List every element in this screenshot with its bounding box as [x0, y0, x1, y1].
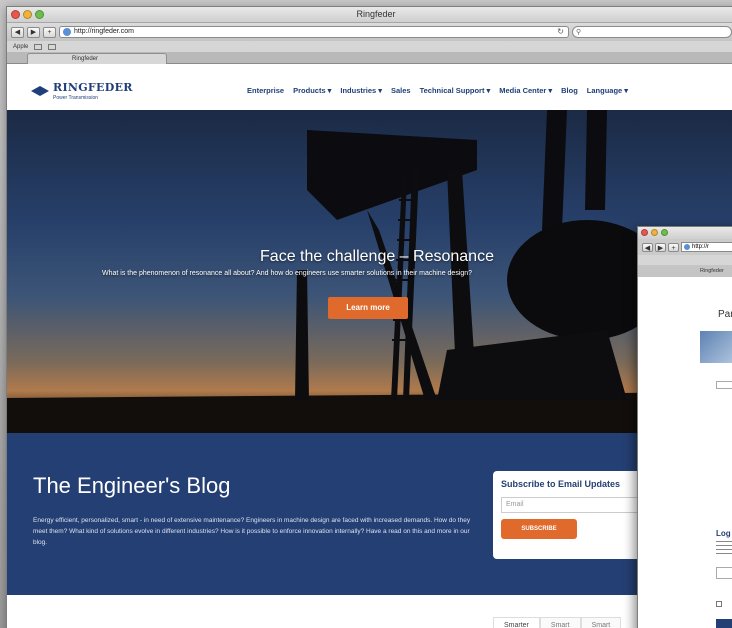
chevron-down-icon[interactable]: ▾	[486, 86, 490, 95]
second-page-image	[700, 331, 732, 363]
second-page-heading: Par	[718, 309, 732, 320]
tab-ringfeder[interactable]: Ringfeder	[27, 53, 167, 64]
second-login-button[interactable]	[716, 619, 732, 628]
subscribe-title: Subscribe to Email Updates	[501, 479, 621, 489]
below-fold: Smarter Smart Smart	[7, 595, 732, 628]
learn-more-button[interactable]: Learn more	[328, 297, 408, 319]
chevron-down-icon[interactable]: ▾	[548, 86, 552, 95]
hero-subtitle: What is the phenomenon of resonance all …	[102, 270, 473, 277]
nav-item-media-center[interactable]: Media Center	[499, 86, 546, 95]
tab-strip: Ringfeder	[7, 52, 732, 64]
hero-title: Face the challenge – Resonance	[260, 248, 494, 265]
nav-item-sales[interactable]: Sales	[391, 86, 411, 95]
ringfeder-logo[interactable]: RINGFEDER Power Transmission	[31, 81, 133, 101]
tab-smarter[interactable]: Smarter	[493, 617, 540, 628]
second-login-input[interactable]	[716, 567, 732, 579]
chevron-down-icon[interactable]: ▾	[378, 86, 382, 95]
second-back-button[interactable]: ◀	[642, 242, 653, 252]
nav-item-products[interactable]: Products	[293, 86, 326, 95]
address-bar[interactable]: http://ringfeder.com ↻	[59, 26, 569, 38]
blog-description: Energy efficient, personalized, smart - …	[33, 517, 471, 546]
nav-item-enterprise[interactable]: Enterprise	[247, 86, 284, 95]
tab-smart[interactable]: Smart	[539, 617, 581, 628]
grid-icon[interactable]	[34, 43, 43, 50]
browser-toolbar: ◀ ▶ + http://ringfeder.com ↻ ⚲	[7, 23, 732, 41]
title-bar[interactable]: Ringfeder	[7, 7, 732, 23]
bookmarks-label[interactable]: Apple	[13, 44, 28, 50]
second-bookmarks-bar	[638, 255, 732, 265]
second-address-bar[interactable]: http://r	[681, 242, 732, 252]
forward-button[interactable]: ▶	[27, 26, 40, 38]
diamond-logo-icon	[31, 86, 49, 96]
second-toolbar: ◀ ▶ + http://r	[638, 239, 732, 255]
book-icon[interactable]	[48, 43, 57, 50]
nav-item-technical-support[interactable]: Technical Support	[420, 86, 485, 95]
second-title-bar[interactable]	[638, 227, 732, 239]
second-page-field[interactable]	[716, 381, 732, 389]
nav-item-industries[interactable]: Industries	[340, 86, 376, 95]
hero-banner: Face the challenge – Resonance What is t…	[7, 110, 732, 433]
second-browser-window[interactable]: ◀ ▶ + http://r Ringfeder Par Log	[637, 226, 732, 628]
blog-section: The Engineer's Blog Energy efficient, pe…	[7, 433, 732, 595]
second-login-heading: Log	[716, 529, 731, 538]
logo-name: RINGFEDER	[53, 81, 133, 94]
second-minimize-button[interactable]	[651, 229, 658, 236]
search-field[interactable]: ⚲	[572, 26, 732, 38]
browser-window: Ringfeder ◀ ▶ + http://ringfeder.com ↻ ⚲…	[6, 6, 732, 628]
content-tabs: Smarter Smart Smart	[493, 617, 622, 628]
subscribe-button[interactable]: SUBSCRIBE	[501, 519, 577, 539]
chevron-down-icon[interactable]: ▾	[624, 86, 628, 95]
second-add-bookmark-button[interactable]: +	[668, 242, 679, 252]
nav-item-language[interactable]: Language	[587, 86, 622, 95]
back-button[interactable]: ◀	[11, 26, 24, 38]
add-bookmark-button[interactable]: +	[43, 26, 56, 38]
second-page-text	[716, 541, 732, 555]
second-forward-button[interactable]: ▶	[655, 242, 666, 252]
address-text: http://ringfeder.com	[74, 28, 134, 35]
globe-icon	[63, 28, 71, 36]
chevron-down-icon[interactable]: ▾	[328, 86, 332, 95]
second-checkbox[interactable]	[716, 601, 722, 607]
logo-text: RINGFEDER Power Transmission	[53, 81, 133, 101]
logo-tagline: Power Transmission	[53, 95, 99, 101]
main-nav: Enterprise Products ▾ Industries ▾ Sales Techn…	[247, 86, 628, 95]
email-field[interactable]: Email	[501, 497, 655, 513]
reload-icon[interactable]: ↻	[557, 27, 564, 37]
blog-title: The Engineer's Blog	[33, 473, 231, 498]
second-zoom-button[interactable]	[661, 229, 668, 236]
tab-smart-2[interactable]: Smart	[580, 617, 622, 628]
nav-item-blog[interactable]: Blog	[561, 86, 578, 95]
bookmarks-bar: Apple	[7, 41, 732, 52]
second-globe-icon	[684, 244, 690, 250]
second-close-button[interactable]	[641, 229, 648, 236]
second-tab[interactable]: Ringfeder	[638, 265, 732, 277]
search-icon: ⚲	[576, 29, 582, 36]
second-window-controls	[641, 229, 668, 236]
window-title: Ringfeder	[356, 9, 396, 19]
second-address-text: http://r	[692, 244, 710, 250]
